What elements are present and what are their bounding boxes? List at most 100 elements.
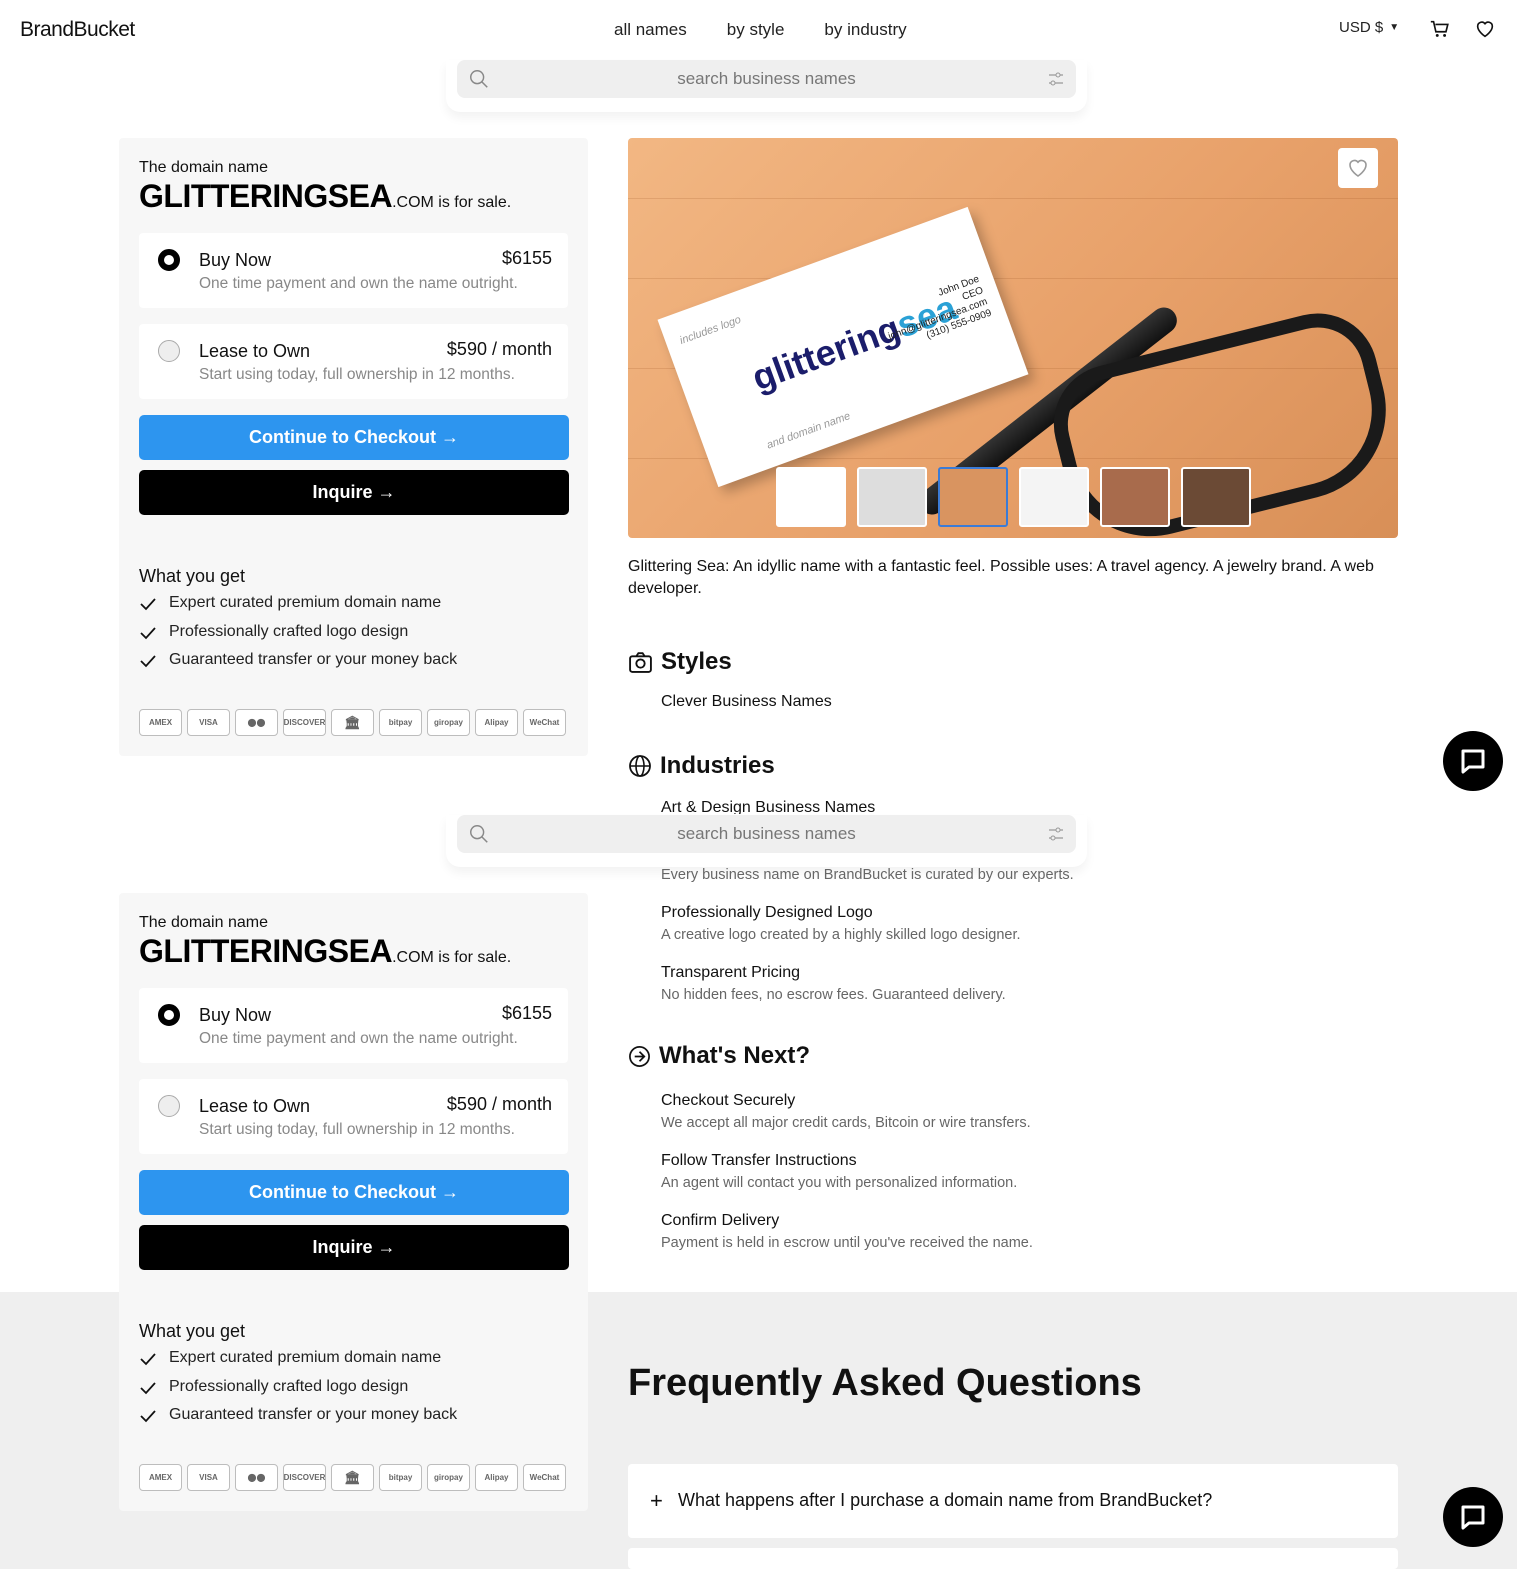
checkout-button[interactable]: Continue to Checkout → <box>139 1170 569 1215</box>
card-note-top: includes logo <box>678 313 743 347</box>
lease-option[interactable]: Lease to Own $590 / month Start using to… <box>139 1079 568 1154</box>
alipay-icon: Alipay <box>475 709 518 736</box>
lease-radio[interactable] <box>158 340 180 362</box>
step-title: Confirm Delivery <box>661 1212 780 1229</box>
bank-icon: 🏛 <box>331 1464 374 1491</box>
discover-icon: DISCOVER <box>283 709 326 736</box>
domain-heading: GLITTERINGSEA.COM is for sale. <box>139 178 511 215</box>
list-item-label: Professionally crafted logo design <box>169 622 409 640</box>
inquire-label: Inquire <box>312 482 373 502</box>
thumbnail-business-card[interactable] <box>938 467 1008 527</box>
cart-icon[interactable] <box>1429 18 1451 40</box>
style-link[interactable]: Clever Business Names <box>661 693 832 711</box>
what-you-get-list: Expert curated premium domain name Profe… <box>139 1349 457 1435</box>
search-placeholder: search business names <box>677 69 856 88</box>
favorite-button[interactable] <box>1338 148 1378 188</box>
thumbnail-workspace[interactable] <box>1019 467 1089 527</box>
option-subtitle: One time payment and own the name outrig… <box>199 275 518 292</box>
chat-button[interactable] <box>1443 1487 1503 1547</box>
list-item: Guaranteed transfer or your money back <box>139 1406 457 1435</box>
camera-icon <box>629 651 652 673</box>
lease-option[interactable]: Lease to Own $590 / month Start using to… <box>139 324 568 399</box>
thumbnail-logo[interactable] <box>776 467 846 527</box>
nav-all-names[interactable]: all names <box>614 20 687 40</box>
domain-heading: GLITTERINGSEA.COM is for sale. <box>139 933 511 970</box>
feature-subtitle: No hidden fees, no escrow fees. Guarante… <box>661 987 1006 1003</box>
faq-item[interactable]: + What happens after I purchase a domain… <box>628 1464 1398 1538</box>
option-price: $6155 <box>501 1003 552 1023</box>
check-icon <box>140 655 156 668</box>
mastercard-icon: ⬤⬤ <box>235 1464 278 1491</box>
for-sale-text: is for sale. <box>433 949 512 966</box>
brand-logo[interactable]: BrandBucket <box>20 18 135 42</box>
globe-icon <box>629 755 651 777</box>
purchase-card: The domain name GLITTERINGSEA.COM is for… <box>119 893 588 1511</box>
main-nav: all names by style by industry <box>614 20 907 40</box>
currency-selector[interactable]: USD $ ▼ <box>1339 19 1399 36</box>
nav-by-style[interactable]: by style <box>727 20 785 40</box>
domain-name: GLITTERINGSEA <box>139 178 393 214</box>
step-title: Checkout Securely <box>661 1092 796 1109</box>
wechat-icon: WeChat <box>523 1464 566 1491</box>
card-note-bottom: and domain name <box>765 410 853 452</box>
arrow-right-icon: → <box>441 427 459 447</box>
buy-now-option[interactable]: Buy Now $6155 One time payment and own t… <box>139 233 568 308</box>
feature-subtitle: A creative logo created by a highly skil… <box>661 927 1021 943</box>
whats-next-title: What's Next? <box>659 1042 811 1069</box>
search-input[interactable]: search business names <box>457 60 1076 98</box>
list-item-label: Expert curated premium domain name <box>169 1349 442 1366</box>
chat-button[interactable] <box>1443 731 1503 791</box>
list-item: Guaranteed transfer or your money back <box>139 651 457 680</box>
industry-link[interactable]: Art & Design Business Names <box>661 799 875 814</box>
lease-radio[interactable] <box>158 1095 180 1117</box>
purchase-card: The domain name GLITTERINGSEA.COM is for… <box>119 138 588 756</box>
inquire-label: Inquire <box>312 1237 373 1257</box>
whats-next-heading: What's Next? <box>628 1042 810 1070</box>
search-input[interactable]: search business names <box>457 815 1076 853</box>
giropay-icon: giropay <box>427 709 470 736</box>
nav-by-industry[interactable]: by industry <box>824 20 906 40</box>
arrow-right-icon: → <box>377 1237 396 1257</box>
faq-question: What happens after I purchase a domain n… <box>678 1490 1213 1510</box>
buy-now-radio[interactable] <box>158 1004 180 1026</box>
option-price: $590 / month <box>446 339 552 359</box>
faq-item[interactable] <box>628 1548 1398 1569</box>
heart-icon[interactable] <box>1474 18 1496 40</box>
check-icon <box>140 598 156 611</box>
plus-icon: + <box>650 1488 663 1513</box>
option-title: Lease to Own <box>199 341 311 361</box>
arrow-right-icon: → <box>441 1182 459 1202</box>
thumbnail-desk[interactable] <box>857 467 927 527</box>
search-bar-container: search business names <box>446 815 1087 867</box>
list-item-label: Guaranteed transfer or your money back <box>169 1406 458 1423</box>
buy-now-option[interactable]: Buy Now $6155 One time payment and own t… <box>139 988 568 1063</box>
check-icon <box>140 1381 156 1394</box>
arrow-circle-icon <box>629 1045 650 1067</box>
feature-title: Professionally Designed Logo <box>661 904 873 921</box>
inquire-button[interactable]: Inquire → <box>139 470 569 515</box>
inquire-button[interactable]: Inquire → <box>139 1225 569 1270</box>
check-icon <box>140 626 156 639</box>
option-title: Buy Now <box>199 1005 272 1025</box>
search-bar-container: search business names <box>446 60 1087 112</box>
search-placeholder: search business names <box>677 824 856 843</box>
option-title: Buy Now <box>199 250 272 270</box>
styles-heading: Styles <box>628 648 732 676</box>
option-subtitle: Start using today, full ownership in 12 … <box>199 1121 515 1138</box>
buy-now-radio[interactable] <box>158 249 180 271</box>
checkout-button[interactable]: Continue to Checkout → <box>139 415 569 460</box>
filter-icon[interactable] <box>1048 71 1064 87</box>
thumbnail-tablet[interactable] <box>1181 467 1251 527</box>
domain-tld: .COM <box>392 194 434 211</box>
feature-title: Transparent Pricing <box>661 964 801 981</box>
thumbnail-paper[interactable] <box>1100 467 1170 527</box>
what-you-get-title: What you get <box>139 1321 246 1341</box>
domain-description: Glittering Sea: An idyllic name with a f… <box>628 558 1374 597</box>
check-icon <box>140 1410 156 1423</box>
card-contact: John Doe CEO john@glitteringsea.com (310) 5… <box>886 273 994 343</box>
option-subtitle: Start using today, full ownership in 12 … <box>199 366 515 383</box>
check-icon <box>140 1353 156 1366</box>
filter-icon[interactable] <box>1048 826 1064 842</box>
business-card-mockup: includes logo glitteringsea John Doe CEO j… <box>657 206 1029 488</box>
visa-icon: VISA <box>187 709 230 736</box>
